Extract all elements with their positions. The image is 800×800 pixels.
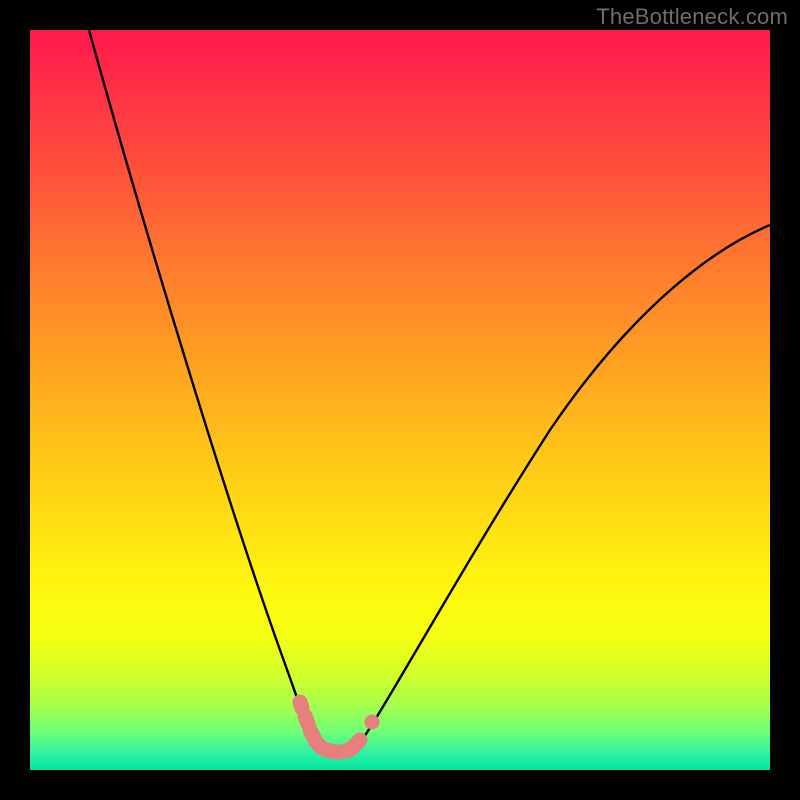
curve-left-branch (89, 30, 315, 746)
plot-area (30, 30, 770, 770)
curve-right-branch (358, 225, 770, 746)
chart-frame: TheBottleneck.com (0, 0, 800, 800)
marker-left-cluster (300, 702, 360, 752)
curve-layer (30, 30, 770, 770)
watermark-text: TheBottleneck.com (596, 4, 788, 30)
marker-right-dot (365, 715, 380, 730)
